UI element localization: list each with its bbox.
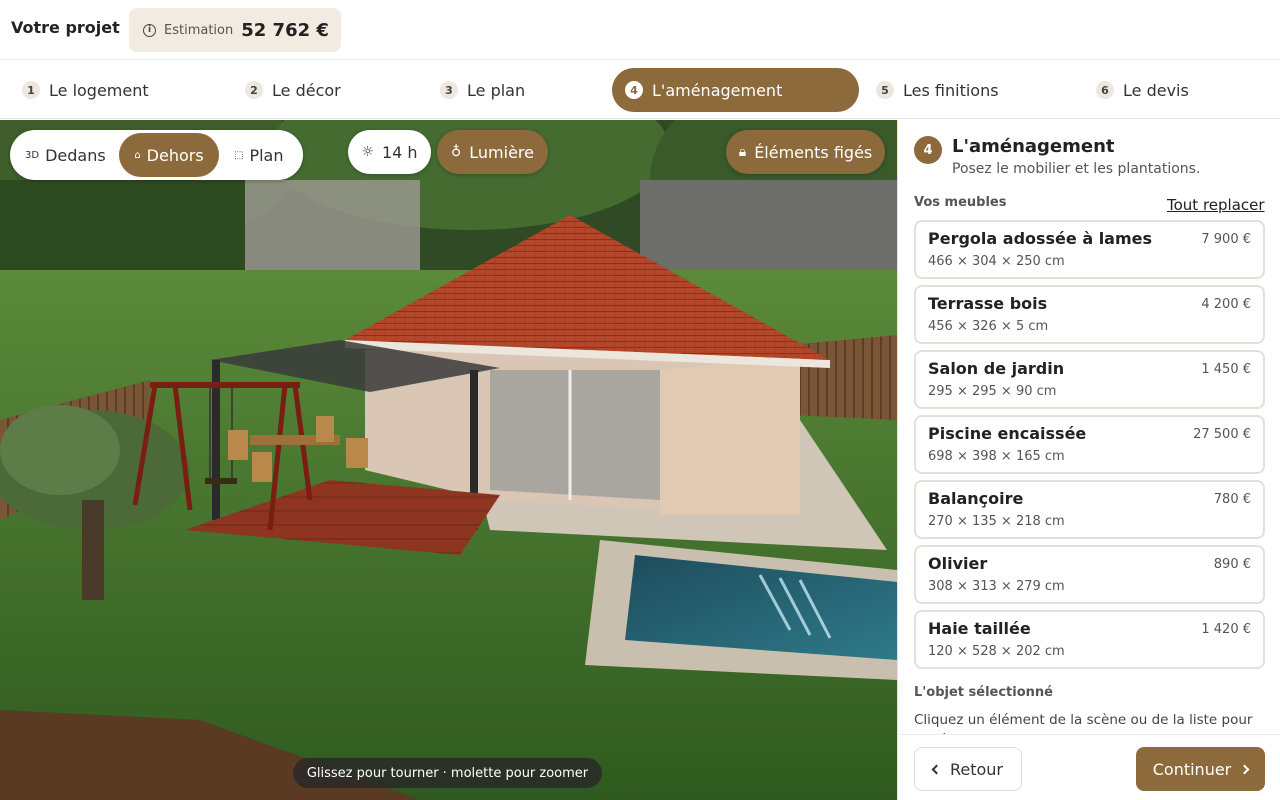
furniture-name: Pergola adossée à lames [928,229,1153,248]
furniture-name: Balançoire [928,489,1024,508]
chevron-left-icon [931,764,942,774]
side-panel: 4 L'aménagement Posez le mobilier et les… [897,120,1280,800]
project-title: Votre projet [11,18,120,37]
furniture-price: 7 900 € [1201,232,1251,247]
furniture-heading: Vos meubles [914,195,1007,210]
replace-all-link[interactable]: Tout replacer [1167,196,1265,214]
step-number: 2 [245,81,263,99]
step-amenagement[interactable]: 4 L'aménagement [612,68,859,112]
continue-label: Continuer [1152,759,1232,779]
furniture-price: 4 200 € [1201,297,1251,312]
garden-scene[interactable] [0,120,897,800]
bulb-icon: ♁ [451,144,462,160]
selected-object-heading: L'objet sélectionné [914,685,1053,700]
panel-step-badge: 4 [914,136,942,164]
plan-icon: ⬚ [234,149,244,161]
furniture-name: Terrasse bois [928,294,1048,313]
step-label: L'aménagement [652,80,783,100]
estimate-label: Estimation [164,22,234,38]
furniture-dims: 308 × 313 × 279 cm [928,579,1065,594]
furniture-price: 890 € [1213,557,1251,572]
furniture-dims: 120 × 528 × 202 cm [928,644,1065,659]
light-label: Lumière [469,142,534,162]
furniture-card[interactable]: Haie taillée 1 420 € 120 × 528 × 202 cm [914,610,1265,669]
furniture-dims: 698 × 398 × 165 cm [928,449,1065,464]
estimate-amount: 52 762 € [241,19,329,41]
step-number: 5 [876,81,894,99]
furniture-card[interactable]: Salon de jardin 1 450 € 295 × 295 × 90 c… [914,350,1265,409]
furniture-price: 27 500 € [1193,427,1251,442]
step-label: Les finitions [903,80,999,100]
furniture-name: Salon de jardin [928,359,1065,378]
furniture-name: Piscine encaissée [928,424,1087,443]
info-icon: i [143,23,156,37]
furniture-card[interactable]: Olivier 890 € 308 × 313 × 279 cm [914,545,1265,604]
furniture-price: 1 420 € [1201,622,1251,637]
view-mode-switch: 3D Dedans ⌂ Dehors ⬚ Plan [10,130,303,180]
furniture-price: 780 € [1213,492,1251,507]
furniture-dims: 456 × 326 × 5 cm [928,319,1049,334]
frozen-label: Éléments figés [754,142,873,162]
top-bar: Votre projet i Estimation 52 762 € [0,0,1280,60]
3d-viewport[interactable]: 3D Dedans ⌂ Dehors ⬚ Plan ☼ 14 h ♁ Lumiè… [0,120,897,800]
view-mode-label: Plan [249,145,284,165]
furniture-name: Haie taillée [928,619,1031,638]
navigation-hint: Glissez pour tourner · molette pour zoom… [293,758,602,788]
step-devis[interactable]: 6 Le devis [1096,68,1189,112]
furniture-dims: 466 × 304 × 250 cm [928,254,1065,269]
step-logement[interactable]: 1 Le logement [22,68,149,112]
step-label: Le logement [49,80,149,100]
view-dedans-button[interactable]: 3D Dedans [23,133,108,177]
view-mode-label: Dehors [146,145,204,165]
furniture-dims: 270 × 135 × 218 cm [928,514,1065,529]
furniture-card[interactable]: Balançoire 780 € 270 × 135 × 218 cm [914,480,1265,539]
step-label: Le plan [467,80,526,100]
panel-footer: Retour Continuer [898,734,1280,800]
estimate-badge[interactable]: i Estimation 52 762 € [129,8,341,52]
panel-subtitle: Posez le mobilier et les plantations. [952,161,1201,177]
chevron-right-icon [1239,764,1250,774]
step-nav: 1 Le logement 2 Le décor 3 Le plan 4 L'a… [0,61,1280,119]
furniture-name: Olivier [928,554,988,573]
furniture-price: 1 450 € [1201,362,1251,377]
step-number: 6 [1096,81,1114,99]
step-number: 1 [22,81,40,99]
step-number: 3 [440,81,458,99]
furniture-card[interactable]: Terrasse bois 4 200 € 456 × 326 × 5 cm [914,285,1265,344]
3d-icon: 3D [25,149,40,161]
step-plan[interactable]: 3 Le plan [440,68,525,112]
continue-button[interactable]: Continuer [1136,747,1265,791]
view-plan-button[interactable]: ⬚ Plan [234,133,284,177]
furniture-card[interactable]: Piscine encaissée 27 500 € 698 × 398 × 1… [914,415,1265,474]
frozen-elements-button[interactable]: 🔒︎ Éléments figés [726,130,885,174]
back-button[interactable]: Retour [914,747,1022,791]
step-finitions[interactable]: 5 Les finitions [876,68,999,112]
back-label: Retour [949,759,1004,779]
panel-title: L'aménagement [952,136,1115,157]
step-decor[interactable]: 2 Le décor [245,68,341,112]
light-button[interactable]: ♁ Lumière [437,130,548,174]
time-label: 14 h [381,142,418,162]
furniture-card[interactable]: Pergola adossée à lames 7 900 € 466 × 30… [914,220,1265,279]
time-of-day-button[interactable]: ☼ 14 h [348,130,431,174]
furniture-dims: 295 × 295 × 90 cm [928,384,1057,399]
step-label: Le décor [272,80,341,100]
house-icon: ⌂ [134,149,141,161]
lock-icon: 🔒︎ [738,144,747,160]
step-label: Le devis [1123,80,1189,100]
view-dehors-button[interactable]: ⌂ Dehors [119,133,219,177]
sun-icon: ☼ [361,144,374,160]
step-number: 4 [625,81,643,99]
view-mode-label: Dedans [45,145,106,165]
